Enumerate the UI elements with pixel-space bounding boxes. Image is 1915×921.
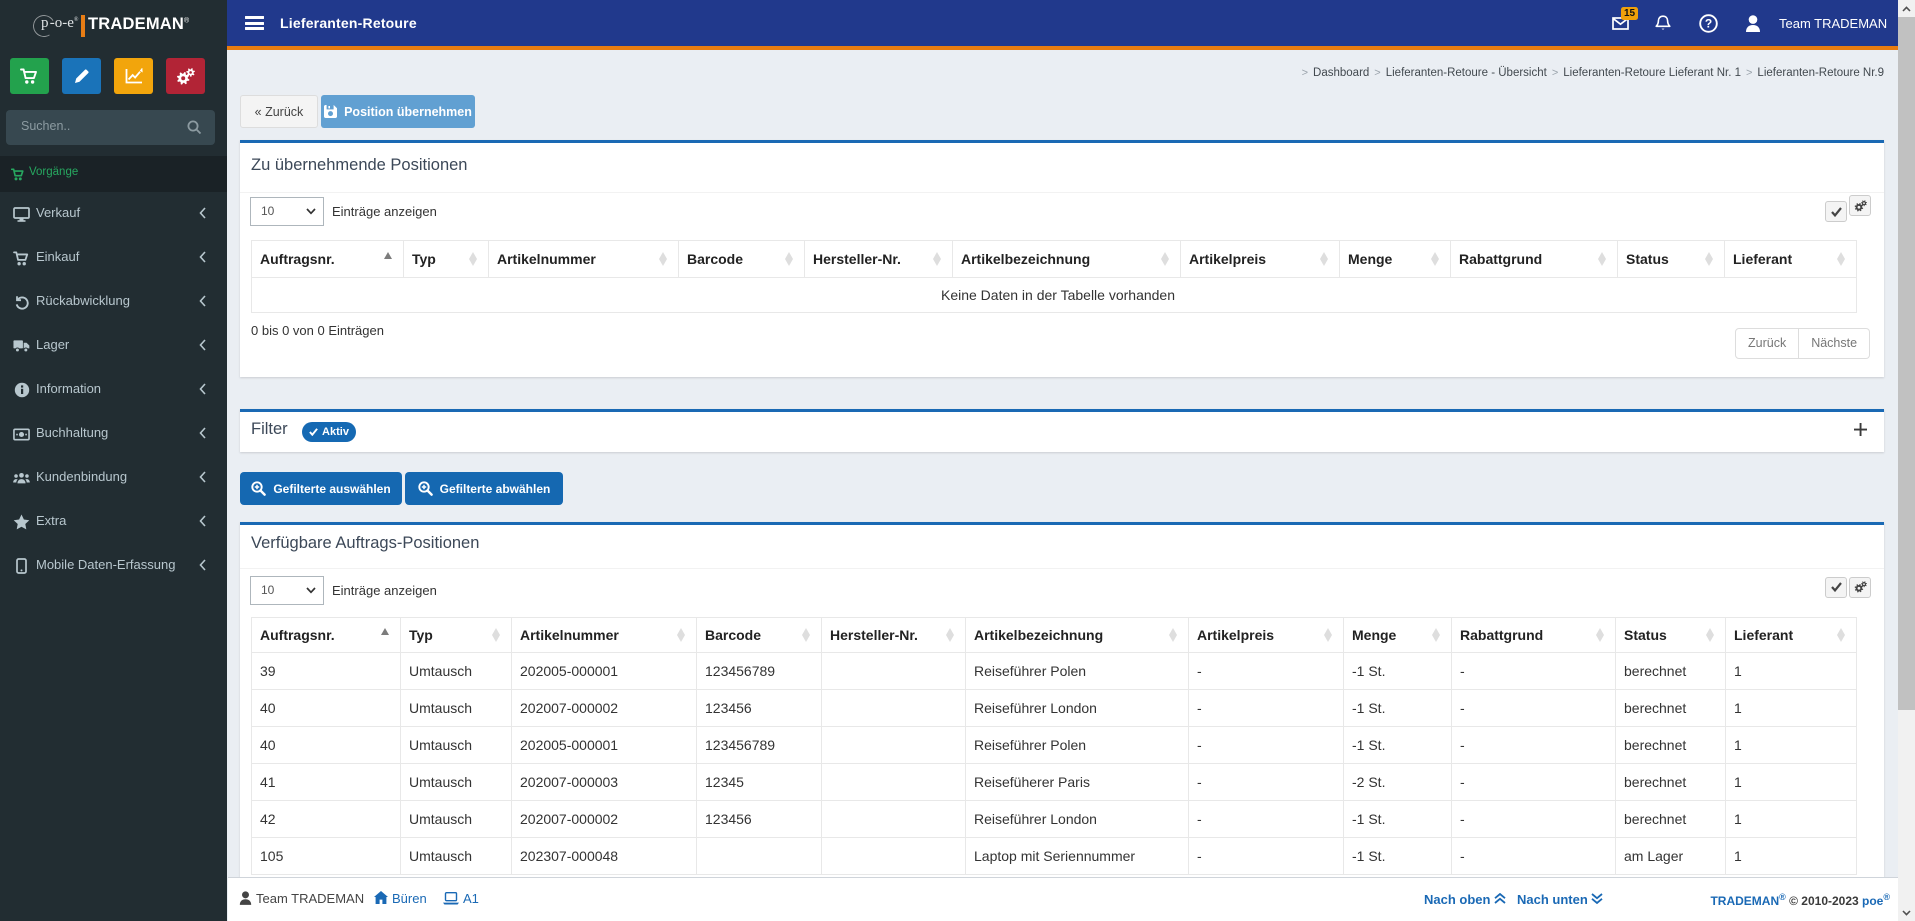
svg-text:?: ? [1705, 16, 1712, 30]
